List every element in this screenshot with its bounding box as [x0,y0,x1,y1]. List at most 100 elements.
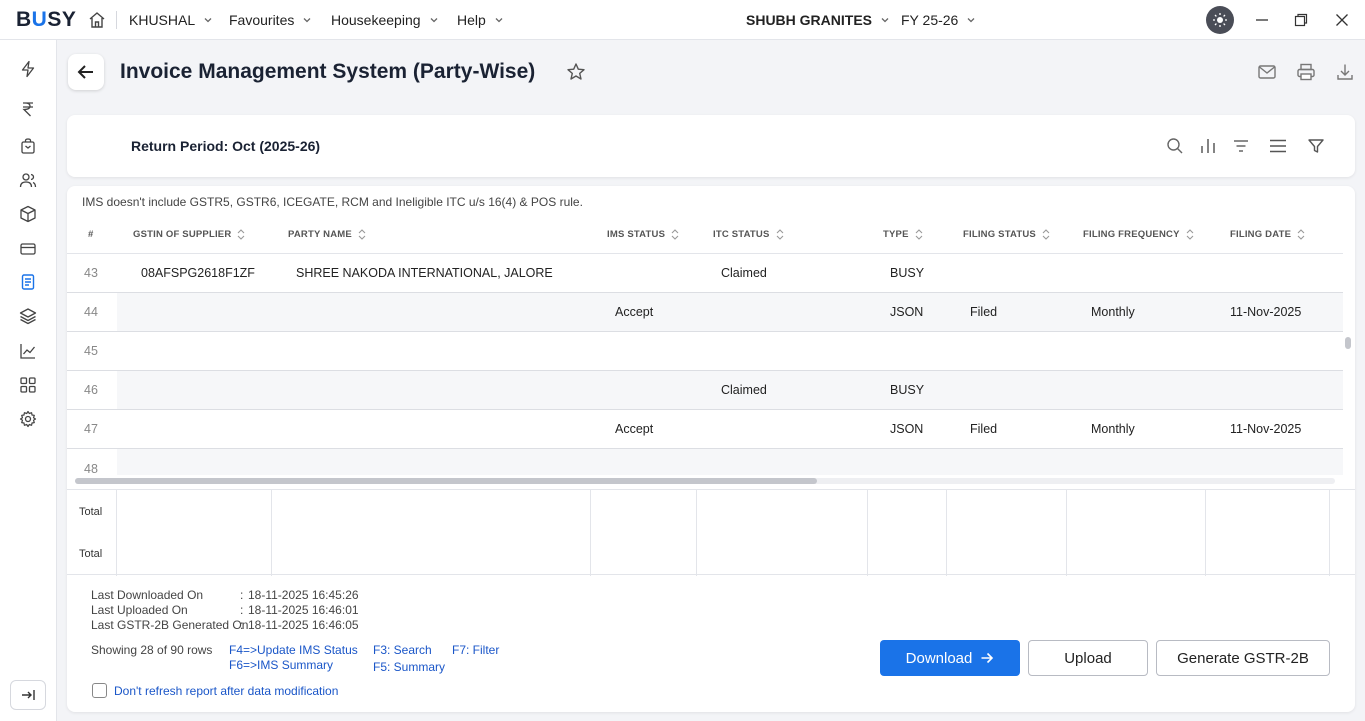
expand-sidebar-button[interactable] [10,680,46,710]
col-header-gstin[interactable]: GSTIN OF SUPPLIER [133,229,245,240]
close-icon[interactable] [1334,12,1350,28]
back-button[interactable] [68,54,104,90]
chart-line-icon[interactable] [19,342,37,360]
last-downloaded-value: 18-11-2025 16:45:26 [248,588,359,602]
chevron-down-icon [303,18,311,23]
party-name-cell: SHREE NAKODA INTERNATIONAL, JALORE [296,266,553,280]
row-number: 45 [84,344,98,358]
totals-section: Total Total [67,489,1355,576]
sun-icon [1213,13,1227,27]
col-header-itc-status[interactable]: ITC STATUS [713,229,784,240]
mail-icon[interactable] [1257,62,1277,82]
shortcut-summary[interactable]: F5: Summary [373,660,445,674]
sort-icon [358,229,366,240]
filter-icon[interactable] [1306,136,1326,156]
chevron-down-icon [204,18,212,23]
star-icon[interactable] [566,62,586,82]
row-number: 46 [84,383,98,397]
total-label: Total [79,506,103,518]
dont-refresh-label[interactable]: Don't refresh report after data modifica… [114,684,338,698]
last-gstr2b-generated-value: 18-11-2025 16:46:05 [248,618,359,632]
shortcut-filter[interactable]: F7: Filter [452,643,499,657]
sort-lines-icon[interactable] [1231,136,1251,156]
filter-card: Return Period: Oct (2025-26) [67,115,1355,177]
top-bar: BUSY KHUSHAL Favourites Housekeeping Hel… [0,0,1365,40]
shortcut-update-ims-status[interactable]: F4=>Update IMS Status [229,643,358,657]
table-row[interactable]: 45 [67,332,1343,371]
total-label: Total [79,548,103,560]
type-cell: JSON [890,305,924,319]
row-number: 44 [84,305,98,319]
col-header-filing-date[interactable]: FILING DATE [1230,229,1305,240]
itc-status-cell: Claimed [721,266,767,280]
sort-icon [1297,229,1305,240]
layers-icon[interactable] [19,307,37,325]
horizontal-scrollbar-thumb[interactable] [75,478,817,484]
chevron-down-icon [881,18,889,23]
expand-icon [22,690,35,700]
dont-refresh-checkbox[interactable] [92,683,107,698]
meta-label: Last GSTR-2B Generated On [91,618,249,632]
lightning-icon[interactable] [19,60,37,78]
row-count-text: Showing 28 of 90 rows [91,643,213,657]
download-button[interactable]: Download [880,640,1020,676]
col-header-party-name[interactable]: PARTY NAME [288,229,366,240]
filing-date-cell: 11-Nov-2025 [1230,305,1302,319]
table-row[interactable]: 46 Claimed BUSY [67,371,1343,410]
col-header-filing-frequency[interactable]: FILING FREQUENCY [1083,229,1194,240]
bar-chart-icon[interactable] [1198,136,1218,156]
print-icon[interactable] [1296,62,1316,82]
meta-label: Last Downloaded On [91,588,204,602]
table-row[interactable]: 47 Accept JSON Filed Monthly 11-Nov-2025 [67,410,1343,449]
card-icon[interactable] [19,240,37,258]
col-header-ims-status[interactable]: IMS STATUS [607,229,679,240]
menu-help[interactable]: Help [457,12,504,28]
divider [116,11,117,29]
company-selector[interactable]: SHUBH GRANITES [746,12,890,28]
arrow-right-icon [981,652,994,664]
table-row[interactable]: 43 08AFSPG2618F1ZF SHREE NAKODA INTERNAT… [67,254,1343,293]
theme-toggle-button[interactable] [1206,6,1234,34]
col-header-filing-status[interactable]: FILING STATUS [963,229,1050,240]
page-title: Invoice Management System (Party-Wise) [120,60,536,83]
filing-frequency-cell: Monthly [1091,305,1135,319]
table-row[interactable]: 44 Accept JSON Filed Monthly 11-Nov-2025 [67,293,1343,332]
document-icon[interactable] [19,273,37,291]
report-card: IMS doesn't include GSTR5, GSTR6, ICEGAT… [67,186,1355,712]
menu-housekeeping[interactable]: Housekeeping [331,12,439,28]
gear-icon[interactable] [19,410,37,428]
row-number: 48 [84,462,98,476]
type-cell: JSON [890,422,924,436]
itc-status-cell: Claimed [721,383,767,397]
filing-date-cell: 11-Nov-2025 [1230,422,1302,436]
menu-favourites[interactable]: Favourites [229,12,312,28]
row-number: 47 [84,422,98,436]
sort-icon [1042,229,1050,240]
restore-icon[interactable] [1293,12,1309,28]
gstin-cell: 08AFSPG2618F1ZF [141,266,255,280]
rupee-icon[interactable] [19,100,37,118]
users-icon[interactable] [19,171,37,189]
shortcut-ims-summary[interactable]: F6=>IMS Summary [229,658,333,672]
grid-icon[interactable] [19,376,37,394]
meta-label: Last Uploaded On [91,603,188,617]
vertical-scrollbar-thumb[interactable] [1345,337,1351,349]
row-number: 43 [84,266,98,280]
download-icon[interactable] [1335,62,1355,82]
search-icon[interactable] [1165,136,1185,156]
home-icon[interactable] [88,11,106,29]
shortcut-search[interactable]: F3: Search [373,643,432,657]
bag-icon[interactable] [19,137,37,155]
fiscal-year-selector[interactable]: FY 25-26 [901,12,976,28]
minimize-icon[interactable] [1254,12,1270,28]
menu-icon[interactable] [1268,136,1288,156]
col-header-type[interactable]: TYPE [883,229,923,240]
sort-icon [1186,229,1194,240]
col-header-number[interactable]: # [88,229,93,240]
box-icon[interactable] [19,205,37,223]
table-row[interactable]: 48 [67,449,1343,476]
upload-button[interactable]: Upload [1028,640,1148,676]
arrow-left-icon [77,65,93,79]
generate-gstr2b-button[interactable]: Generate GSTR-2B [1156,640,1330,676]
menu-user[interactable]: KHUSHAL [129,12,213,28]
